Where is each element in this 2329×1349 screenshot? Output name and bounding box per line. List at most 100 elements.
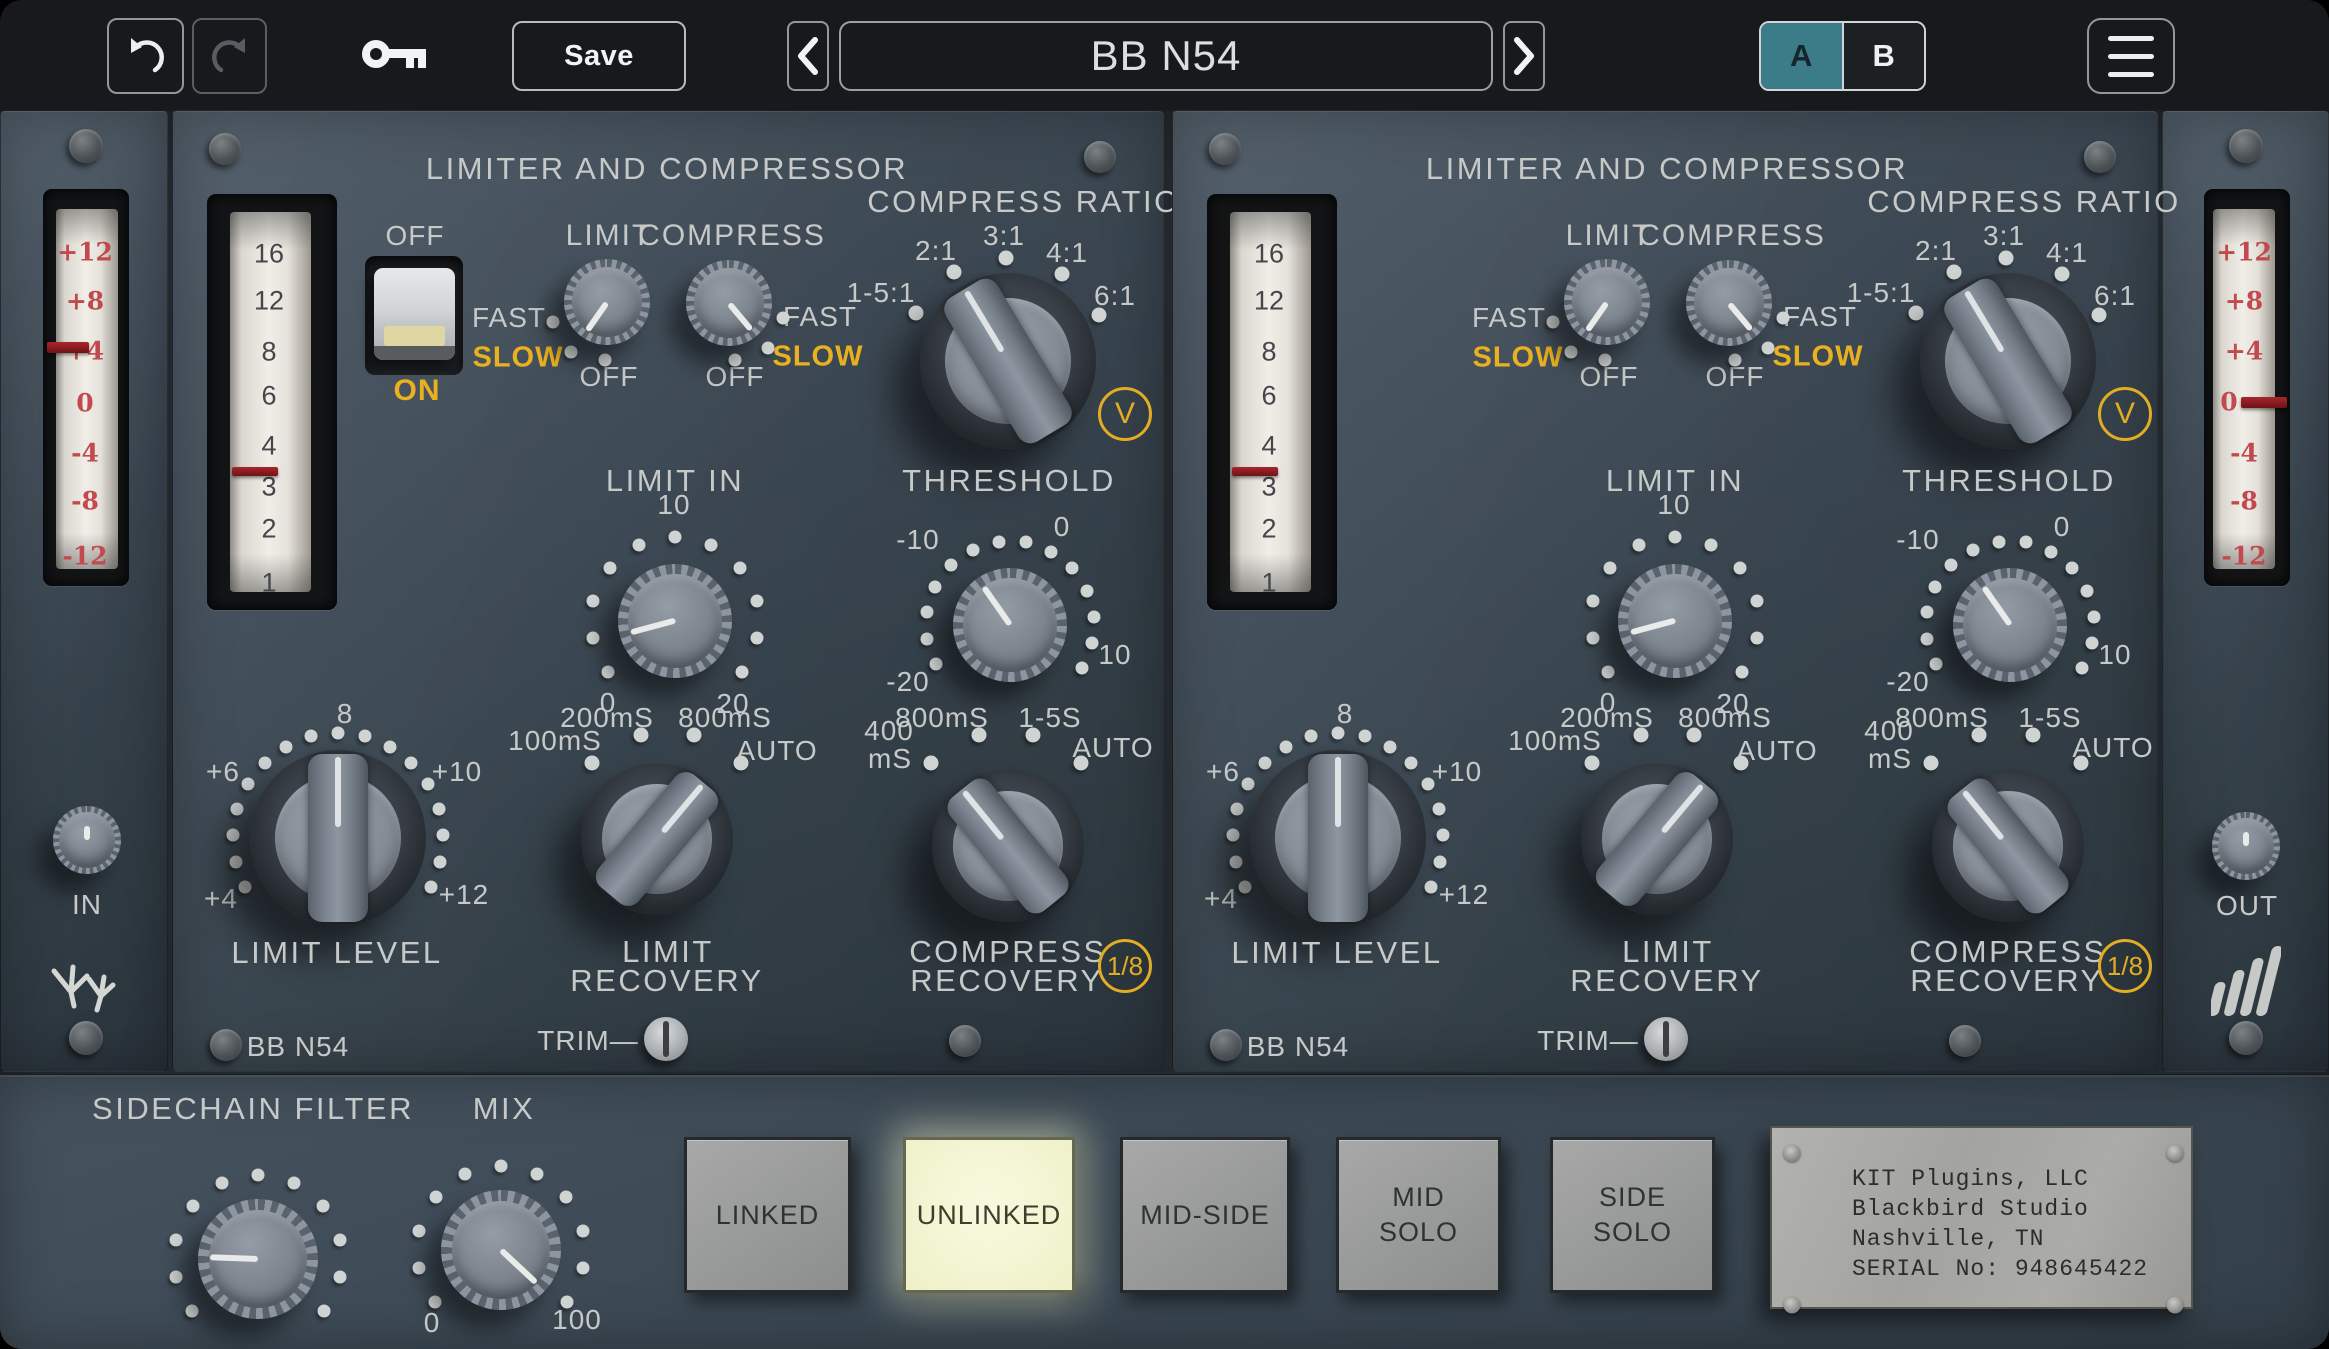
compress-ratio-knob[interactable] <box>920 273 1096 449</box>
lr-auto-label: AUTO <box>1736 735 1817 767</box>
output-gain-knob[interactable] <box>2212 812 2280 880</box>
scale-dot <box>560 1191 573 1204</box>
left-io-strip: +12 +8 +4 0 -4 -8 -12 IN <box>0 110 168 1072</box>
ab-toggle-a[interactable]: A <box>1761 23 1842 89</box>
channel-panel-right: LIMITER AND COMPRESSOR 16 12 8 6 4 3 2 1… <box>1172 110 2158 1072</box>
one-eighth-badge[interactable]: 1/8 <box>1098 939 1152 993</box>
plate-screw <box>2167 1145 2184 1162</box>
limit-in-10-label: 10 <box>657 489 690 521</box>
one-eighth-badge[interactable]: 1/8 <box>2098 939 2152 993</box>
scale-dot <box>1603 561 1616 574</box>
preset-next-button[interactable] <box>1503 21 1545 91</box>
limit-in-knob[interactable] <box>1618 564 1732 678</box>
limit-recovery-knob[interactable] <box>1581 763 1733 915</box>
compress-recovery-knob[interactable] <box>1932 770 2084 922</box>
input-gain-knob[interactable] <box>53 806 121 874</box>
menu-button[interactable] <box>2087 18 2175 94</box>
limit-level-p4-label: +4 <box>1204 883 1238 915</box>
side-solo-button-label-1: SIDE <box>1599 1182 1666 1213</box>
compress-ratio-knob[interactable] <box>1920 273 2096 449</box>
scale-dot <box>599 354 612 367</box>
scale-dot <box>495 1160 508 1173</box>
hamburger-icon <box>2108 36 2154 77</box>
scale-dot <box>288 1177 301 1190</box>
v-badge[interactable]: V <box>2098 387 2152 441</box>
scale-dot <box>576 1224 589 1237</box>
limit-mode-knob[interactable] <box>564 259 650 345</box>
threshold-10-label: 10 <box>1098 639 1131 671</box>
vu-scale-m8: -8 <box>71 487 99 516</box>
plugin-window: Save BB N54 A B +12 <box>0 0 2329 1349</box>
preset-selector[interactable]: BB N54 <box>839 21 1493 91</box>
limit-recovery-knob[interactable] <box>581 763 733 915</box>
gr-scale-2: 2 <box>1261 514 1276 545</box>
sidechain-filter-knob[interactable] <box>198 1199 318 1319</box>
limit-mode-knob[interactable] <box>1564 259 1650 345</box>
threshold-knob[interactable] <box>953 568 1067 682</box>
mix-knob[interactable] <box>441 1190 561 1310</box>
save-button[interactable]: Save <box>512 21 686 91</box>
mix-0-label: 0 <box>424 1307 441 1339</box>
sidechain-filter-title: SIDECHAIN FILTER <box>92 1091 414 1127</box>
power-switch[interactable] <box>374 268 455 360</box>
scale-dot <box>1750 594 1763 607</box>
scale-dot <box>413 1224 426 1237</box>
serial-nameplate: KIT Plugins, LLC Blackbird Studio Nashvi… <box>1770 1126 2193 1309</box>
scale-dot <box>252 1169 265 1182</box>
vu-scale-p8: +8 <box>2225 287 2263 316</box>
scale-dot <box>1777 312 1790 325</box>
redo-button[interactable] <box>192 18 267 94</box>
threshold-knob[interactable] <box>1953 568 2067 682</box>
compress-mode-knob[interactable] <box>686 260 772 346</box>
scale-dot <box>1929 658 1942 671</box>
input-gain-knob-pointer <box>84 826 90 840</box>
compress-mode-title: COMPRESS <box>638 219 826 253</box>
trim-screw[interactable] <box>1644 1017 1688 1061</box>
mid-side-button[interactable]: MID-SIDE <box>1120 1137 1290 1293</box>
scale-dot <box>1762 342 1775 355</box>
v-badge[interactable]: V <box>1098 387 1152 441</box>
threshold-0-label: 0 <box>1054 511 1071 543</box>
limit-in-knob[interactable] <box>618 564 732 678</box>
power-switch-edge <box>374 346 455 360</box>
scale-dot <box>1587 594 1600 607</box>
preset-prev-button[interactable] <box>787 21 829 91</box>
undo-button[interactable] <box>107 18 184 94</box>
scale-dot <box>531 1168 544 1181</box>
mid-solo-button[interactable]: MID SOLO <box>1336 1137 1501 1293</box>
vu-scale-m4: -4 <box>2230 439 2258 468</box>
limit-level-title: LIMIT LEVEL <box>231 935 442 971</box>
trim-label: TRIM— <box>1537 1025 1638 1057</box>
scale-dot <box>1729 354 1742 367</box>
scale-dot <box>1227 829 1240 842</box>
threshold-m20-label: -20 <box>1886 666 1929 698</box>
mix-title: MIX <box>473 1091 536 1127</box>
license-key-button[interactable] <box>360 30 432 78</box>
scale-dot <box>1565 346 1578 359</box>
compress-recovery-title-2: RECOVERY <box>1910 963 2103 999</box>
limit-slow-label: SLOW <box>1473 342 1564 375</box>
side-solo-button[interactable]: SIDE SOLO <box>1550 1137 1715 1293</box>
vu-scale-p4: +4 <box>2225 337 2263 366</box>
trim-screw[interactable] <box>644 1017 688 1061</box>
scale-dot <box>169 1271 182 1284</box>
limit-level-knob[interactable] <box>1250 750 1426 926</box>
limit-level-p4-label: +4 <box>204 883 238 915</box>
compress-slow-label: SLOW <box>773 341 864 374</box>
compress-mode-knob[interactable] <box>1686 260 1772 346</box>
trim-screw-slot <box>1663 1021 1669 1056</box>
limit-level-knob[interactable] <box>250 750 426 926</box>
rack: +12 +8 +4 0 -4 -8 -12 IN <box>0 110 2329 1349</box>
ab-toggle-b[interactable]: B <box>1842 23 1925 89</box>
scale-dot <box>333 1233 346 1246</box>
scale-dot <box>186 1200 199 1213</box>
limit-level-p12-label: +12 <box>1439 879 1490 911</box>
linked-button[interactable]: LINKED <box>684 1137 851 1293</box>
scale-dot <box>972 728 987 743</box>
input-vu-needle <box>47 342 89 353</box>
plate-screw <box>2167 1297 2184 1314</box>
ab-a-label: A <box>1790 38 1812 74</box>
scale-dot <box>1736 665 1749 678</box>
compress-recovery-knob[interactable] <box>932 770 1084 922</box>
unlinked-button[interactable]: UNLINKED <box>903 1137 1075 1293</box>
